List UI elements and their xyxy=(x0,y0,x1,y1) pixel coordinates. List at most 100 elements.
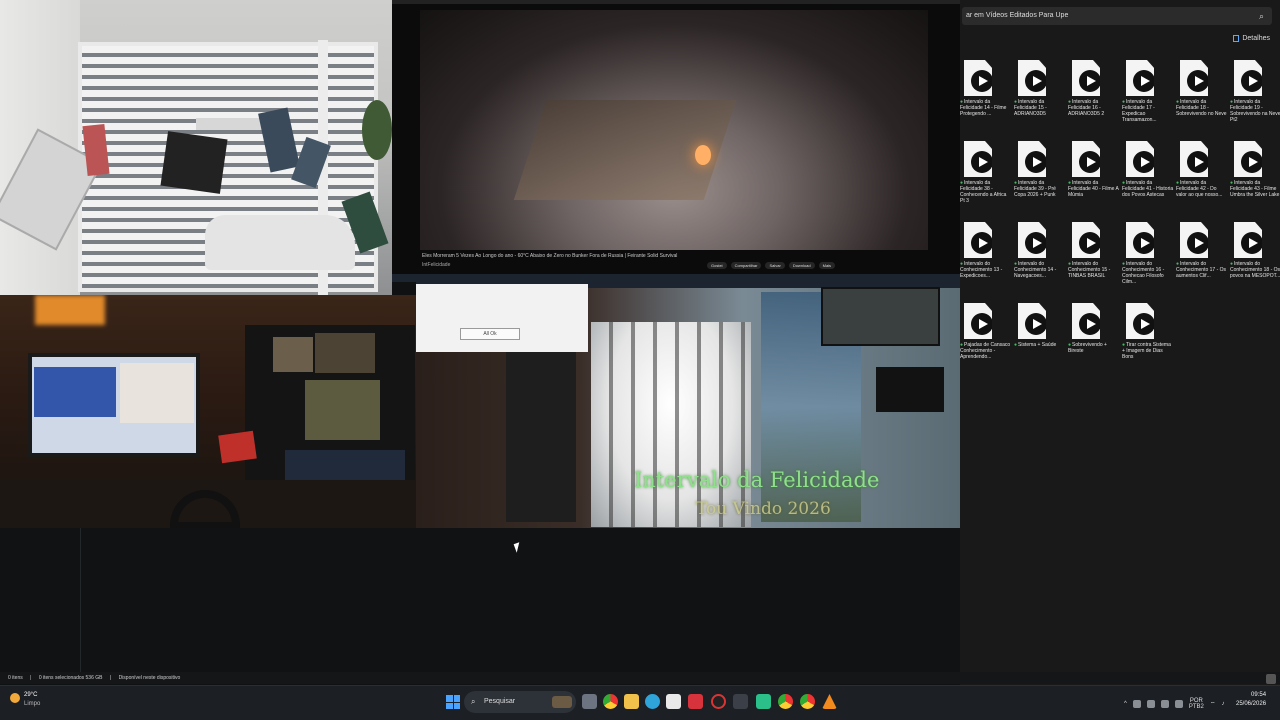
tray-app-icon[interactable] xyxy=(1160,700,1169,708)
play-icon xyxy=(1187,151,1208,173)
video-file-item[interactable]: Sistema + Saúde xyxy=(1014,298,1068,379)
video-file-item[interactable]: Pajadas de Cansaco Conhecimento - Aprend… xyxy=(960,298,1014,379)
video-file-icon xyxy=(1234,141,1262,177)
play-icon xyxy=(1025,70,1046,92)
video-file-item[interactable]: Intervalo da Felicidade 40 - Filme A Múm… xyxy=(1068,136,1122,217)
chrome-icon[interactable] xyxy=(800,694,815,709)
dialog-ok-button[interactable]: All Ok xyxy=(460,328,520,340)
parked-car xyxy=(205,215,355,270)
video-file-item[interactable]: Intervalo do Conhecimento 14 - Navegacoe… xyxy=(1014,217,1068,298)
file-explorer-icon[interactable] xyxy=(624,694,639,709)
video-file-item[interactable]: Intervalo do Conhecimento 15 - TINBAS BR… xyxy=(1068,217,1122,298)
status-availability: Disponível neste dispositivo xyxy=(118,675,181,681)
video-file-item[interactable]: Intervalo do Conhecimento 18 - Os povos … xyxy=(1230,217,1280,298)
search-icon[interactable]: ⌕ xyxy=(1259,7,1264,25)
chrome-icon[interactable] xyxy=(603,694,618,709)
tray-app-icon[interactable] xyxy=(1132,700,1141,708)
fire-glow xyxy=(695,145,711,165)
video-file-item[interactable]: Intervalo da Felicidade 41 - Historia do… xyxy=(1122,136,1176,217)
language-indicator[interactable]: POR PTB2 xyxy=(1189,698,1204,710)
app-icon[interactable] xyxy=(756,694,771,709)
tray-app-icon[interactable] xyxy=(1146,700,1155,708)
taskbar-search[interactable]: ⌕ Pesquisar xyxy=(464,691,576,713)
video-file-item[interactable]: Intervalo da Felicidade 18 - Sobrevivend… xyxy=(1176,55,1230,136)
app-icon[interactable] xyxy=(733,694,748,709)
graffiti-wall xyxy=(506,342,576,522)
file-name: Intervalo da Felicidade 17 - Expedicao T… xyxy=(1122,99,1174,133)
weather-widget[interactable]: 29°C Limpo xyxy=(10,690,60,716)
vlc-icon[interactable] xyxy=(822,694,837,709)
download-button[interactable]: Download xyxy=(788,262,815,269)
video-file-icon xyxy=(1126,222,1154,258)
start-button[interactable] xyxy=(446,695,460,709)
video-file-icon xyxy=(1018,141,1046,177)
play-icon xyxy=(971,232,992,254)
play-icon xyxy=(971,151,992,173)
clock[interactable]: 09:54 25/06/2026 xyxy=(1236,691,1266,709)
search-placeholder: Pesquisar xyxy=(484,698,516,705)
video-file-icon xyxy=(1072,222,1100,258)
camera-feed-studio xyxy=(0,295,416,528)
edge-icon[interactable] xyxy=(645,694,660,709)
video-file-item[interactable]: Intervalo do Conhecimento 13 - Expedicoe… xyxy=(960,217,1014,298)
video-file-item[interactable]: Intervalo da Felicidade 42 - Do valor ao… xyxy=(1176,136,1230,217)
taskbar: 29°C Limpo ⌕ Pesquisar ^ POR PTB2 ⌔ ♪ 09… xyxy=(0,674,1280,720)
chrome-icon[interactable] xyxy=(778,694,793,709)
video-file-item[interactable]: Sobrevivendo + Bireste xyxy=(1068,298,1122,379)
player-title-bar[interactable] xyxy=(392,0,960,4)
video-file-icon xyxy=(1180,60,1208,96)
share-button[interactable]: Compartilhar xyxy=(730,262,762,269)
chevron-up-icon[interactable]: ^ xyxy=(1124,701,1127,707)
task-view-icon[interactable] xyxy=(582,694,597,709)
file-name: Intervalo do Conhecimento 17 - Os aument… xyxy=(1176,261,1228,295)
video-file-item[interactable]: Intervalo do Conhecimento 16 - Conhecao … xyxy=(1122,217,1176,298)
file-name: Intervalo da Felicidade 40 - Filme A Múm… xyxy=(1068,180,1120,214)
more-button[interactable]: Mais xyxy=(818,262,836,269)
file-name: Intervalo da Felicidade 18 - Sobrevivend… xyxy=(1176,99,1228,133)
file-name: Intervalo da Felicidade 14 - Filme Prote… xyxy=(960,99,1012,133)
pane-divider[interactable] xyxy=(80,528,81,678)
notepad-icon[interactable] xyxy=(666,694,681,709)
video-file-item[interactable]: Intervalo da Felicidade 14 - Filme Prote… xyxy=(960,55,1014,136)
video-file-item[interactable]: Intervalo do Conhecimento 17 - Os aument… xyxy=(1176,217,1230,298)
red-box xyxy=(218,430,257,464)
explorer-search-text: ar em Vídeos Editados Para Upe xyxy=(966,12,1069,19)
video-file-item[interactable]: Intervalo da Felicidade 16 - ADRIANO3D5 … xyxy=(1068,55,1122,136)
details-view-button[interactable]: Detalhes xyxy=(1233,35,1270,42)
play-icon xyxy=(1025,313,1046,335)
explorer-search-field[interactable]: ar em Vídeos Editados Para Upe ⌕ xyxy=(962,7,1272,25)
play-icon xyxy=(1079,151,1100,173)
language-layout: PTB2 xyxy=(1188,704,1204,710)
notification-icon[interactable] xyxy=(1266,674,1276,684)
video-file-item[interactable]: Tirar contra Sistema + Imagem de Dias Bo… xyxy=(1122,298,1176,379)
media-app-icon[interactable] xyxy=(688,694,703,709)
save-button[interactable]: Salvar xyxy=(765,262,785,269)
plant xyxy=(362,100,392,160)
video-file-item[interactable]: Intervalo da Felicidade 15 - ADRIANO3D5 xyxy=(1014,55,1068,136)
file-name: Intervalo da Felicidade 41 - Historia do… xyxy=(1122,180,1174,214)
video-player-window[interactable]: Eles Morreram 5 Vezes Ao Longo do ano - … xyxy=(392,0,960,282)
like-button[interactable]: Gostei xyxy=(707,262,727,269)
video-file-item[interactable]: Intervalo da Felicidade 38 - Conhecendo … xyxy=(960,136,1014,217)
file-grid: Intervalo da Felicidade 14 - Filme Prote… xyxy=(960,55,1280,379)
channel-name[interactable]: IntFelicidade xyxy=(422,262,450,268)
network-icon[interactable]: ⌔ xyxy=(1210,700,1216,708)
volume-icon[interactable]: ♪ xyxy=(1221,701,1224,707)
video-file-item[interactable]: Intervalo da Felicidade 43 - Filme Umbra… xyxy=(1230,136,1280,217)
play-icon xyxy=(1079,232,1100,254)
video-file-item[interactable]: Intervalo da Felicidade 17 - Expedicao T… xyxy=(1122,55,1176,136)
play-icon xyxy=(971,313,992,335)
video-file-item[interactable]: Intervalo da Felicidade 39 - Pré Copa 20… xyxy=(1014,136,1068,217)
file-name: Intervalo da Felicidade 19 - Sobrevivend… xyxy=(1230,99,1280,133)
tray-app-icon[interactable] xyxy=(1174,700,1183,708)
video-frame[interactable] xyxy=(420,10,928,250)
details-label: Detalhes xyxy=(1242,35,1270,42)
status-selected: 0 itens selecionados 536 GB xyxy=(38,675,103,681)
video-file-icon xyxy=(1072,141,1100,177)
obs-icon[interactable] xyxy=(711,694,726,709)
video-file-icon xyxy=(1018,222,1046,258)
video-file-item[interactable]: Intervalo da Felicidade 19 - Sobrevivend… xyxy=(1230,55,1280,136)
camera-feed-graffiti-room: All Ok Intervalo da Felicidade Tou Vindo… xyxy=(416,282,960,528)
video-file-icon xyxy=(1126,141,1154,177)
file-name: Intervalo do Conhecimento 14 - Navegacoe… xyxy=(1014,261,1066,295)
